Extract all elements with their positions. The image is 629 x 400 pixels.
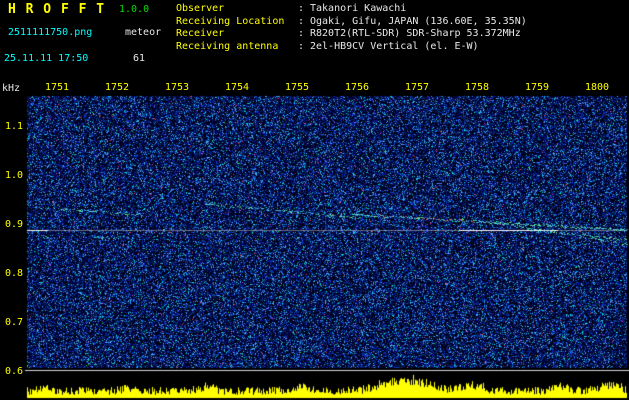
time-tick: 1759 [524,82,550,93]
info-row-location: Receiving Location : Ogaki, Gifu, JAPAN … [176,16,527,29]
info-separator: : [298,3,305,14]
freq-tick: 1.0 [4,170,23,181]
info-value: 2el-HB9CV Vertical (el. E-W) [310,41,479,53]
station-info: Observer : Takanori Kawachi Receiving Lo… [176,3,527,54]
info-value: R820T2(RTL-SDR) SDR-Sharp 53.372MHz [310,28,521,40]
info-row-antenna: Receiving antenna : 2el-HB9CV Vertical (… [176,41,527,54]
time-tick: 1755 [284,82,310,93]
time-tick: 1758 [464,82,490,93]
freq-tick: 0.6 [4,366,23,377]
info-separator: : [298,15,305,27]
output-filename: 2511111750.png [8,27,93,38]
frequency-unit-label: kHz [2,83,21,94]
freq-tick: 1.1 [4,121,23,132]
info-label: Receiving antenna [176,41,279,53]
freq-tick: 0.8 [4,268,23,279]
time-tick: 1756 [344,82,370,93]
time-tick: 1752 [104,82,130,93]
echo-count: 61 [133,53,146,64]
time-tick: 1757 [404,82,430,93]
freq-tick: 0.9 [4,219,23,230]
info-value: Takanori Kawachi [310,3,407,14]
info-label: Receiving Location [176,15,285,27]
hrofft-window: H R O F F T 1.0.0 2511111750.png meteor … [0,0,629,400]
app-title: H R O F F T [8,2,106,17]
info-value: Ogaki, Gifu, JAPAN (136.60E, 35.35N) [310,15,527,27]
info-label: Receiver [176,28,225,40]
spectrogram-canvas [0,0,629,400]
info-label: Observer [176,3,225,14]
info-separator: : [298,41,305,53]
info-separator: : [298,28,305,40]
info-row-receiver: Receiver : R820T2(RTL-SDR) SDR-Sharp 53.… [176,28,527,41]
freq-tick: 0.7 [4,317,23,328]
mode-label: meteor [125,27,162,38]
app-version: 1.0.0 [119,4,150,15]
time-tick: 1753 [164,82,190,93]
time-tick: 1754 [224,82,250,93]
time-tick: 1751 [44,82,70,93]
time-tick: 1800 [584,82,610,93]
info-row-observer: Observer : Takanori Kawachi [176,3,527,16]
observation-datetime: 25.11.11 17:50 [4,53,89,64]
